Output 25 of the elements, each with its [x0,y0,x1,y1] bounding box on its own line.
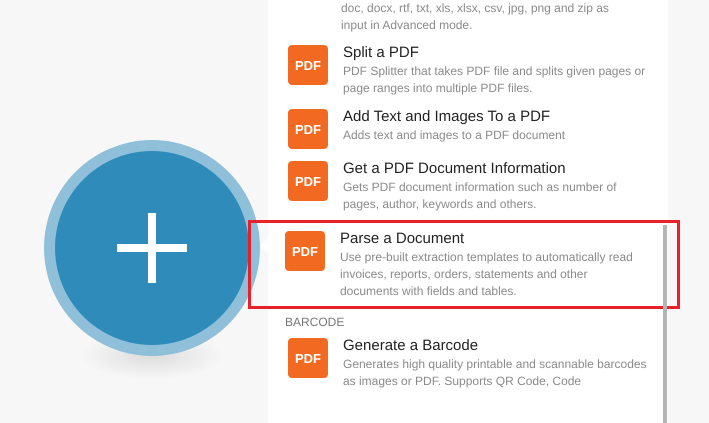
pdf-icon: PDF [288,161,328,201]
module-description: doc, docx, rtf, txt, xls, xlsx, csv, jpg, png and zip as [340,0,610,17]
module-description: Gets PDF document information such as number of pages, author, keywords and others. [343,179,618,213]
section-heading: BARCODE [284,314,346,331]
module-title: Parse a Document [340,229,466,249]
pdf-icon: PDF [288,109,328,149]
module-item[interactable]: PDF Parse a Document Use pre-built extraction templates to automatically read invoices, reports, orders, statements and other documents with fields and tables. [248,220,680,309]
pdf-icon: PDF [285,231,325,271]
module-title: Get a PDF Document Information [343,159,567,179]
module-item[interactable]: PDF Generate a Barcode Generates high quality printable and scannable barcodes as images or PDF. Supports QR Code, Code [268,331,660,395]
module-description: input in Advanced mode. [340,17,474,34]
pdf-icon: PDF [288,45,328,85]
module-description: Adds text and images to a PDF document [343,127,566,144]
module-item[interactable]: PDF Get a PDF Document Information Gets PDF document information such as number of pages, author, keywords and others. [268,154,660,218]
module-description: PDF Splitter that takes PDF file and splits given pages or page ranges into multiple PDF files. [343,63,646,97]
plus-icon [117,213,187,283]
module-item[interactable]: PDF Split a PDF PDF Splitter that takes PDF file and splits given pages or page ranges into multiple PDF files. [268,38,660,102]
module-title: Generate a Barcode [343,336,480,356]
module-description: Generates high quality printable and scannable barcodes as images or PDF. Supports QR Code, Code [343,356,647,390]
module-item[interactable]: PDF Add Text and Images To a PDF Adds text and images to a PDF document [268,102,660,154]
module-title: Split a PDF [343,43,420,63]
module-title: Add Text and Images To a PDF [343,107,552,127]
pdf-icon: PDF [288,338,328,378]
scrollbar[interactable] [663,225,667,423]
module-description: Use pre-built extraction templates to automatically read invoices, reports, orders, statements and other documents with fields and tables. [340,249,634,300]
